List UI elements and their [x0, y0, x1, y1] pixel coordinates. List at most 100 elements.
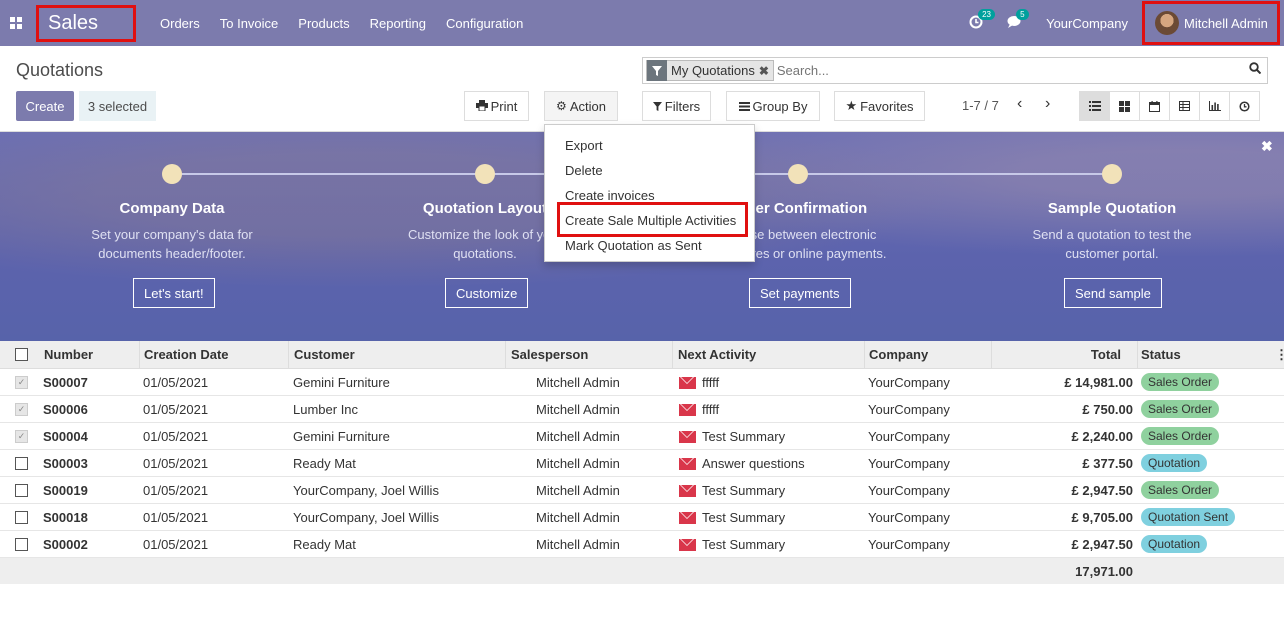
activity-summary: Test Summary — [702, 428, 786, 444]
activity-view-icon[interactable] — [1229, 91, 1260, 121]
user-menu[interactable]: Mitchell Admin — [1142, 1, 1280, 45]
favorites-button[interactable]: ★ Favorites — [834, 91, 925, 121]
row-company: YourCompany — [868, 428, 950, 444]
col-status[interactable]: Status — [1141, 347, 1181, 362]
status-badge: Quotation Sent — [1141, 508, 1236, 526]
row-checkbox[interactable] — [15, 510, 28, 524]
messaging-chat-icon[interactable]: 5 — [1007, 9, 1029, 31]
favorites-label: Favorites — [860, 98, 914, 114]
row-date: 01/05/2021 — [143, 482, 209, 498]
step-title-sample-quotation: Sample Quotation — [1047, 200, 1177, 217]
control-panel: Quotations Create 3 selected Print ⚙ Act… — [0, 46, 1284, 132]
row-checkbox[interactable] — [15, 537, 28, 551]
facet-remove-icon[interactable]: ✖ — [759, 64, 769, 78]
row-activity[interactable]: Test Summary — [679, 510, 785, 525]
gear-icon: ⚙ — [556, 99, 567, 113]
column-divider — [991, 341, 992, 369]
step-desc: Set your company's data for documents hea… — [52, 225, 292, 263]
menu-item-export[interactable]: Export — [545, 133, 754, 158]
col-salesperson[interactable]: Salesperson — [511, 347, 588, 362]
row-date: 01/05/2021 — [143, 428, 209, 444]
search-input[interactable] — [776, 63, 1227, 78]
filters-label: Filters — [664, 98, 701, 114]
optional-columns-icon[interactable]: ⋮ — [1275, 347, 1284, 363]
row-activity[interactable]: Test Summary — [679, 429, 785, 444]
table-row[interactable]: S00019 01/05/2021 YourCompany, Joel Will… — [0, 477, 1284, 504]
page-title: Quotations — [16, 60, 104, 80]
bars-icon — [738, 99, 750, 114]
step-dot — [1102, 164, 1122, 184]
pager-value[interactable]: 1-7 / 7 — [962, 98, 999, 113]
create-button[interactable]: Create — [16, 91, 74, 121]
row-activity[interactable]: Test Summary — [679, 537, 785, 552]
action-button[interactable]: ⚙ Action — [544, 91, 618, 121]
col-company[interactable]: Company — [869, 347, 928, 362]
row-total: £ 377.50 — [1082, 455, 1133, 471]
row-checkbox[interactable] — [15, 456, 28, 470]
app-brand[interactable]: Sales — [36, 5, 136, 42]
group-by-button[interactable]: Group By — [726, 91, 820, 121]
row-salesperson: Mitchell Admin — [536, 374, 620, 390]
table-row[interactable]: S00003 01/05/2021 Ready Mat Mitchell Adm… — [0, 450, 1284, 477]
print-label: Print — [490, 98, 518, 114]
row-activity[interactable]: Test Summary — [679, 483, 785, 498]
menu-item-delete[interactable]: Delete — [545, 158, 754, 183]
pager-previous-icon[interactable]: ‹ — [1017, 95, 1022, 113]
table-row[interactable]: S00002 01/05/2021 Ready Mat Mitchell Adm… — [0, 531, 1284, 558]
row-checkbox[interactable] — [15, 483, 28, 497]
set-payments-button[interactable]: Set payments — [749, 278, 851, 308]
search-facet: My Quotations ✖ — [646, 60, 774, 81]
table-row[interactable]: ✓ S00006 01/05/2021 Lumber Inc Mitchell … — [0, 396, 1284, 423]
calendar-view-icon[interactable] — [1139, 91, 1170, 121]
envelope-icon — [679, 376, 696, 389]
search-icon[interactable] — [1249, 62, 1262, 77]
activity-clock-icon[interactable]: 23 — [969, 8, 995, 32]
row-company: YourCompany — [868, 509, 950, 525]
menu-item-reporting[interactable]: Reporting — [360, 16, 436, 31]
filters-button[interactable]: Filters — [642, 91, 711, 121]
row-number: S00004 — [43, 428, 88, 444]
step-dot — [788, 164, 808, 184]
table-row[interactable]: S00018 01/05/2021 YourCompany, Joel Will… — [0, 504, 1284, 531]
customize-button[interactable]: Customize — [445, 278, 529, 308]
table-header: Number Creation Date Customer Salesperso… — [0, 341, 1284, 369]
menu-item-orders[interactable]: Orders — [150, 16, 210, 31]
row-date: 01/05/2021 — [143, 374, 209, 390]
menu-item-configuration[interactable]: Configuration — [436, 16, 533, 31]
kanban-view-icon[interactable] — [1109, 91, 1140, 121]
row-number: S00019 — [43, 482, 88, 498]
close-icon[interactable]: ✖ — [1261, 138, 1273, 155]
list-view-icon[interactable] — [1079, 91, 1110, 121]
table-footer: 17,971.00 — [0, 558, 1284, 584]
col-customer[interactable]: Customer — [294, 347, 355, 362]
row-company: YourCompany — [868, 374, 950, 390]
row-activity[interactable]: Answer questions — [679, 456, 805, 471]
step-title-company-data: Company Data — [119, 200, 225, 217]
row-checkbox[interactable]: ✓ — [15, 429, 28, 443]
row-checkbox[interactable]: ✓ — [15, 402, 28, 416]
select-all-checkbox[interactable] — [15, 348, 28, 361]
pivot-view-icon[interactable] — [1169, 91, 1200, 121]
col-creation-date[interactable]: Creation Date — [144, 347, 229, 362]
table-row[interactable]: ✓ S00007 01/05/2021 Gemini Furniture Mit… — [0, 369, 1284, 396]
apps-menu-icon[interactable] — [0, 0, 32, 46]
envelope-icon — [679, 511, 696, 524]
footer-total: 17,971.00 — [1075, 564, 1133, 579]
menu-item-to-invoice[interactable]: To Invoice — [210, 16, 289, 31]
table-row[interactable]: ✓ S00004 01/05/2021 Gemini Furniture Mit… — [0, 423, 1284, 450]
graph-view-icon[interactable] — [1199, 91, 1230, 121]
menu-item-products[interactable]: Products — [288, 16, 359, 31]
pager-next-icon[interactable]: › — [1045, 95, 1050, 113]
col-number[interactable]: Number — [44, 347, 93, 362]
row-salesperson: Mitchell Admin — [536, 482, 620, 498]
col-next-activity[interactable]: Next Activity — [678, 347, 756, 362]
lets-start-button[interactable]: Let's start! — [133, 278, 215, 308]
row-activity[interactable]: fffff — [679, 402, 719, 417]
row-activity[interactable]: fffff — [679, 375, 719, 390]
row-checkbox[interactable]: ✓ — [15, 375, 28, 389]
send-sample-button[interactable]: Send sample — [1064, 278, 1162, 308]
col-total[interactable]: Total — [1091, 347, 1121, 362]
company-switcher[interactable]: YourCompany — [1046, 16, 1128, 31]
envelope-icon — [679, 403, 696, 416]
print-button[interactable]: Print — [464, 91, 529, 121]
